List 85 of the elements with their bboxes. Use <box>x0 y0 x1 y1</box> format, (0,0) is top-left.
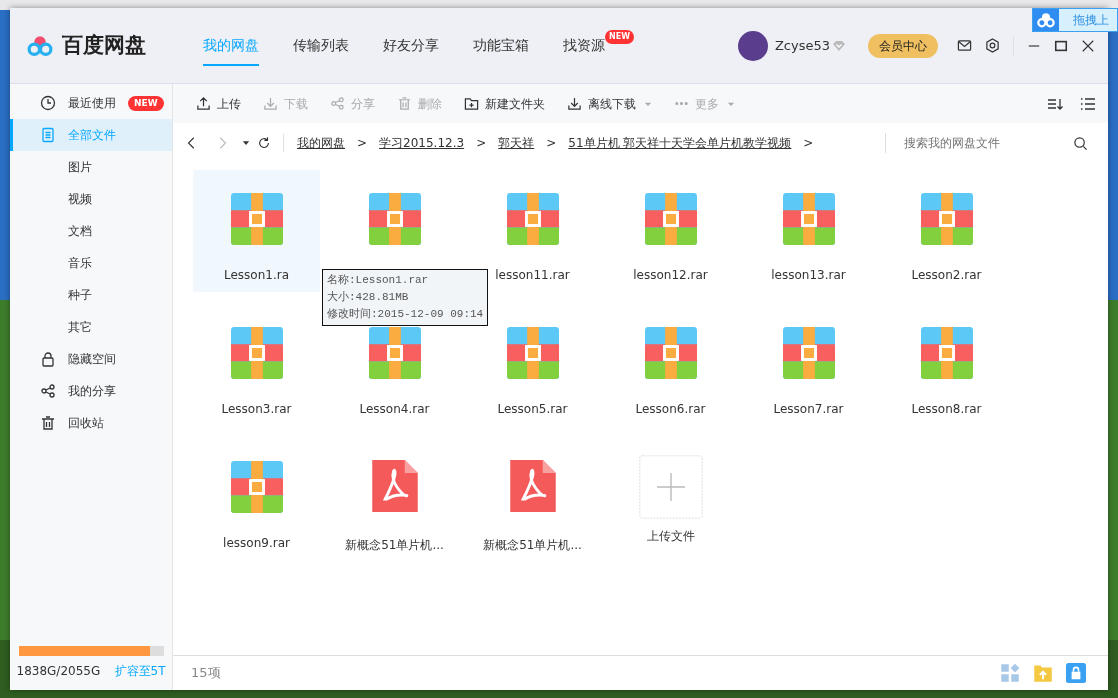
nav-tab[interactable]: 传输列表 <box>293 7 349 84</box>
file-name[interactable]: 新概念51单片机... <box>345 536 444 554</box>
upload-icon <box>196 96 211 111</box>
sidebar-item[interactable]: 隐藏空间 <box>10 343 172 376</box>
settings-icon[interactable] <box>985 38 1000 53</box>
archive-icon[interactable] <box>506 193 559 245</box>
share-icon <box>330 96 345 111</box>
file-name[interactable]: lesson13.rar <box>771 266 846 284</box>
sidebar-item[interactable]: 视频 <box>10 183 172 216</box>
nav-tab[interactable]: 找资源 <box>563 7 605 84</box>
nav-tab[interactable]: 功能宝箱 <box>473 7 529 84</box>
file-name[interactable]: 新概念51单片机... <box>483 536 582 554</box>
add-icon[interactable] <box>638 455 703 519</box>
file-name[interactable]: Lesson8.rar <box>911 400 982 418</box>
close-icon[interactable] <box>1081 38 1095 53</box>
sidebar-item[interactable]: 文档 <box>10 215 172 248</box>
folder-upload-icon[interactable] <box>1033 663 1053 683</box>
file-name[interactable]: 上传文件 <box>646 527 695 545</box>
new-folder-icon <box>464 96 479 111</box>
archive-icon[interactable] <box>230 327 283 379</box>
sidebar-item[interactable]: 最近使用 NEW <box>10 87 172 120</box>
item-count: 15项 <box>191 664 221 683</box>
breadcrumb-link[interactable]: 郭天祥 <box>498 134 535 152</box>
share-icon <box>40 383 56 400</box>
file-name[interactable]: Lesson4.rar <box>359 400 430 418</box>
sidebar-item[interactable]: 图片 <box>10 151 172 184</box>
archive-icon[interactable] <box>644 193 697 245</box>
archive-icon[interactable] <box>644 327 697 379</box>
file-name[interactable]: Lesson6.rar <box>635 400 706 418</box>
sidebar-item[interactable]: 种子 <box>10 279 172 312</box>
archive-icon[interactable] <box>920 193 973 245</box>
archive-icon[interactable] <box>782 327 835 379</box>
breadcrumb-separator: > <box>357 135 368 152</box>
nav-tab[interactable]: 好友分享 <box>383 7 439 84</box>
new-badge: NEW <box>605 29 634 44</box>
new-badge: NEW <box>128 95 164 111</box>
user-name[interactable]: Zcyse53 <box>774 35 830 56</box>
file-name[interactable]: lesson9.rar <box>223 534 290 552</box>
lock-icon <box>40 351 56 368</box>
download-icon <box>567 96 582 111</box>
archive-icon[interactable] <box>368 193 421 245</box>
file-name[interactable]: Lesson3.rar <box>221 400 292 418</box>
vip-button[interactable]: 会员中心 <box>867 33 938 58</box>
toolbar-button[interactable]: 上传 <box>187 94 250 113</box>
sidebar-item[interactable]: 我的分享 <box>10 375 172 408</box>
toolbar-button[interactable]: 离线下载 <box>558 94 645 113</box>
toolbar-button[interactable]: 新建文件夹 <box>455 94 554 113</box>
file-name[interactable]: Lesson5.rar <box>497 400 568 418</box>
file-name[interactable]: lesson12.rar <box>633 266 708 284</box>
file-name[interactable]: Lesson2.rar <box>911 266 982 284</box>
trash-icon <box>397 96 412 111</box>
document-icon <box>40 127 56 144</box>
breadcrumb-separator: > <box>546 135 557 152</box>
archive-icon[interactable] <box>230 461 283 513</box>
sidebar-item[interactable]: 其它 <box>10 311 172 344</box>
mail-icon[interactable] <box>957 38 972 53</box>
trash-icon <box>40 415 56 432</box>
search-icon[interactable] <box>1073 135 1088 151</box>
app-name: 百度网盘 <box>62 31 146 59</box>
storage-usage: 1838G/2055G <box>16 663 101 681</box>
archive-icon[interactable] <box>368 327 421 379</box>
archive-icon[interactable] <box>782 193 835 245</box>
avatar[interactable] <box>738 30 769 61</box>
breadcrumb-link[interactable]: 51单片机 郭天祥十天学会单片机教学视频 <box>568 134 792 152</box>
breadcrumb-separator: > <box>476 135 487 152</box>
grid-icon[interactable] <box>1000 663 1020 683</box>
file-name[interactable]: lesson11.rar <box>495 266 570 284</box>
breadcrumb-link[interactable]: 我的网盘 <box>297 134 345 152</box>
clock-icon <box>40 95 56 112</box>
download-icon <box>263 96 278 111</box>
file-name[interactable]: Lesson7.rar <box>773 400 844 418</box>
search-field[interactable]: 搜索我的网盘文件 <box>885 133 1065 153</box>
file-item[interactable]: Lesson1.ra <box>193 170 320 292</box>
file-tooltip: 名称:Lesson1.rar 大小:428.81MB 修改时间:2015-12-09 09:14 <box>322 269 489 326</box>
breadcrumb-separator: > <box>803 135 814 152</box>
archive-icon[interactable] <box>920 327 973 379</box>
lock-icon[interactable] <box>1066 663 1086 683</box>
maximize-icon[interactable] <box>1054 38 1068 53</box>
archive-icon[interactable] <box>506 327 559 379</box>
archive-icon <box>230 193 283 245</box>
breadcrumb-link[interactable]: 学习2015.12.3 <box>379 134 465 152</box>
list-view-icon[interactable] <box>1080 95 1096 112</box>
sidebar-item[interactable]: 回收站 <box>10 407 172 440</box>
refresh-icon[interactable] <box>257 136 271 150</box>
sidebar-item[interactable]: 音乐 <box>10 247 172 280</box>
